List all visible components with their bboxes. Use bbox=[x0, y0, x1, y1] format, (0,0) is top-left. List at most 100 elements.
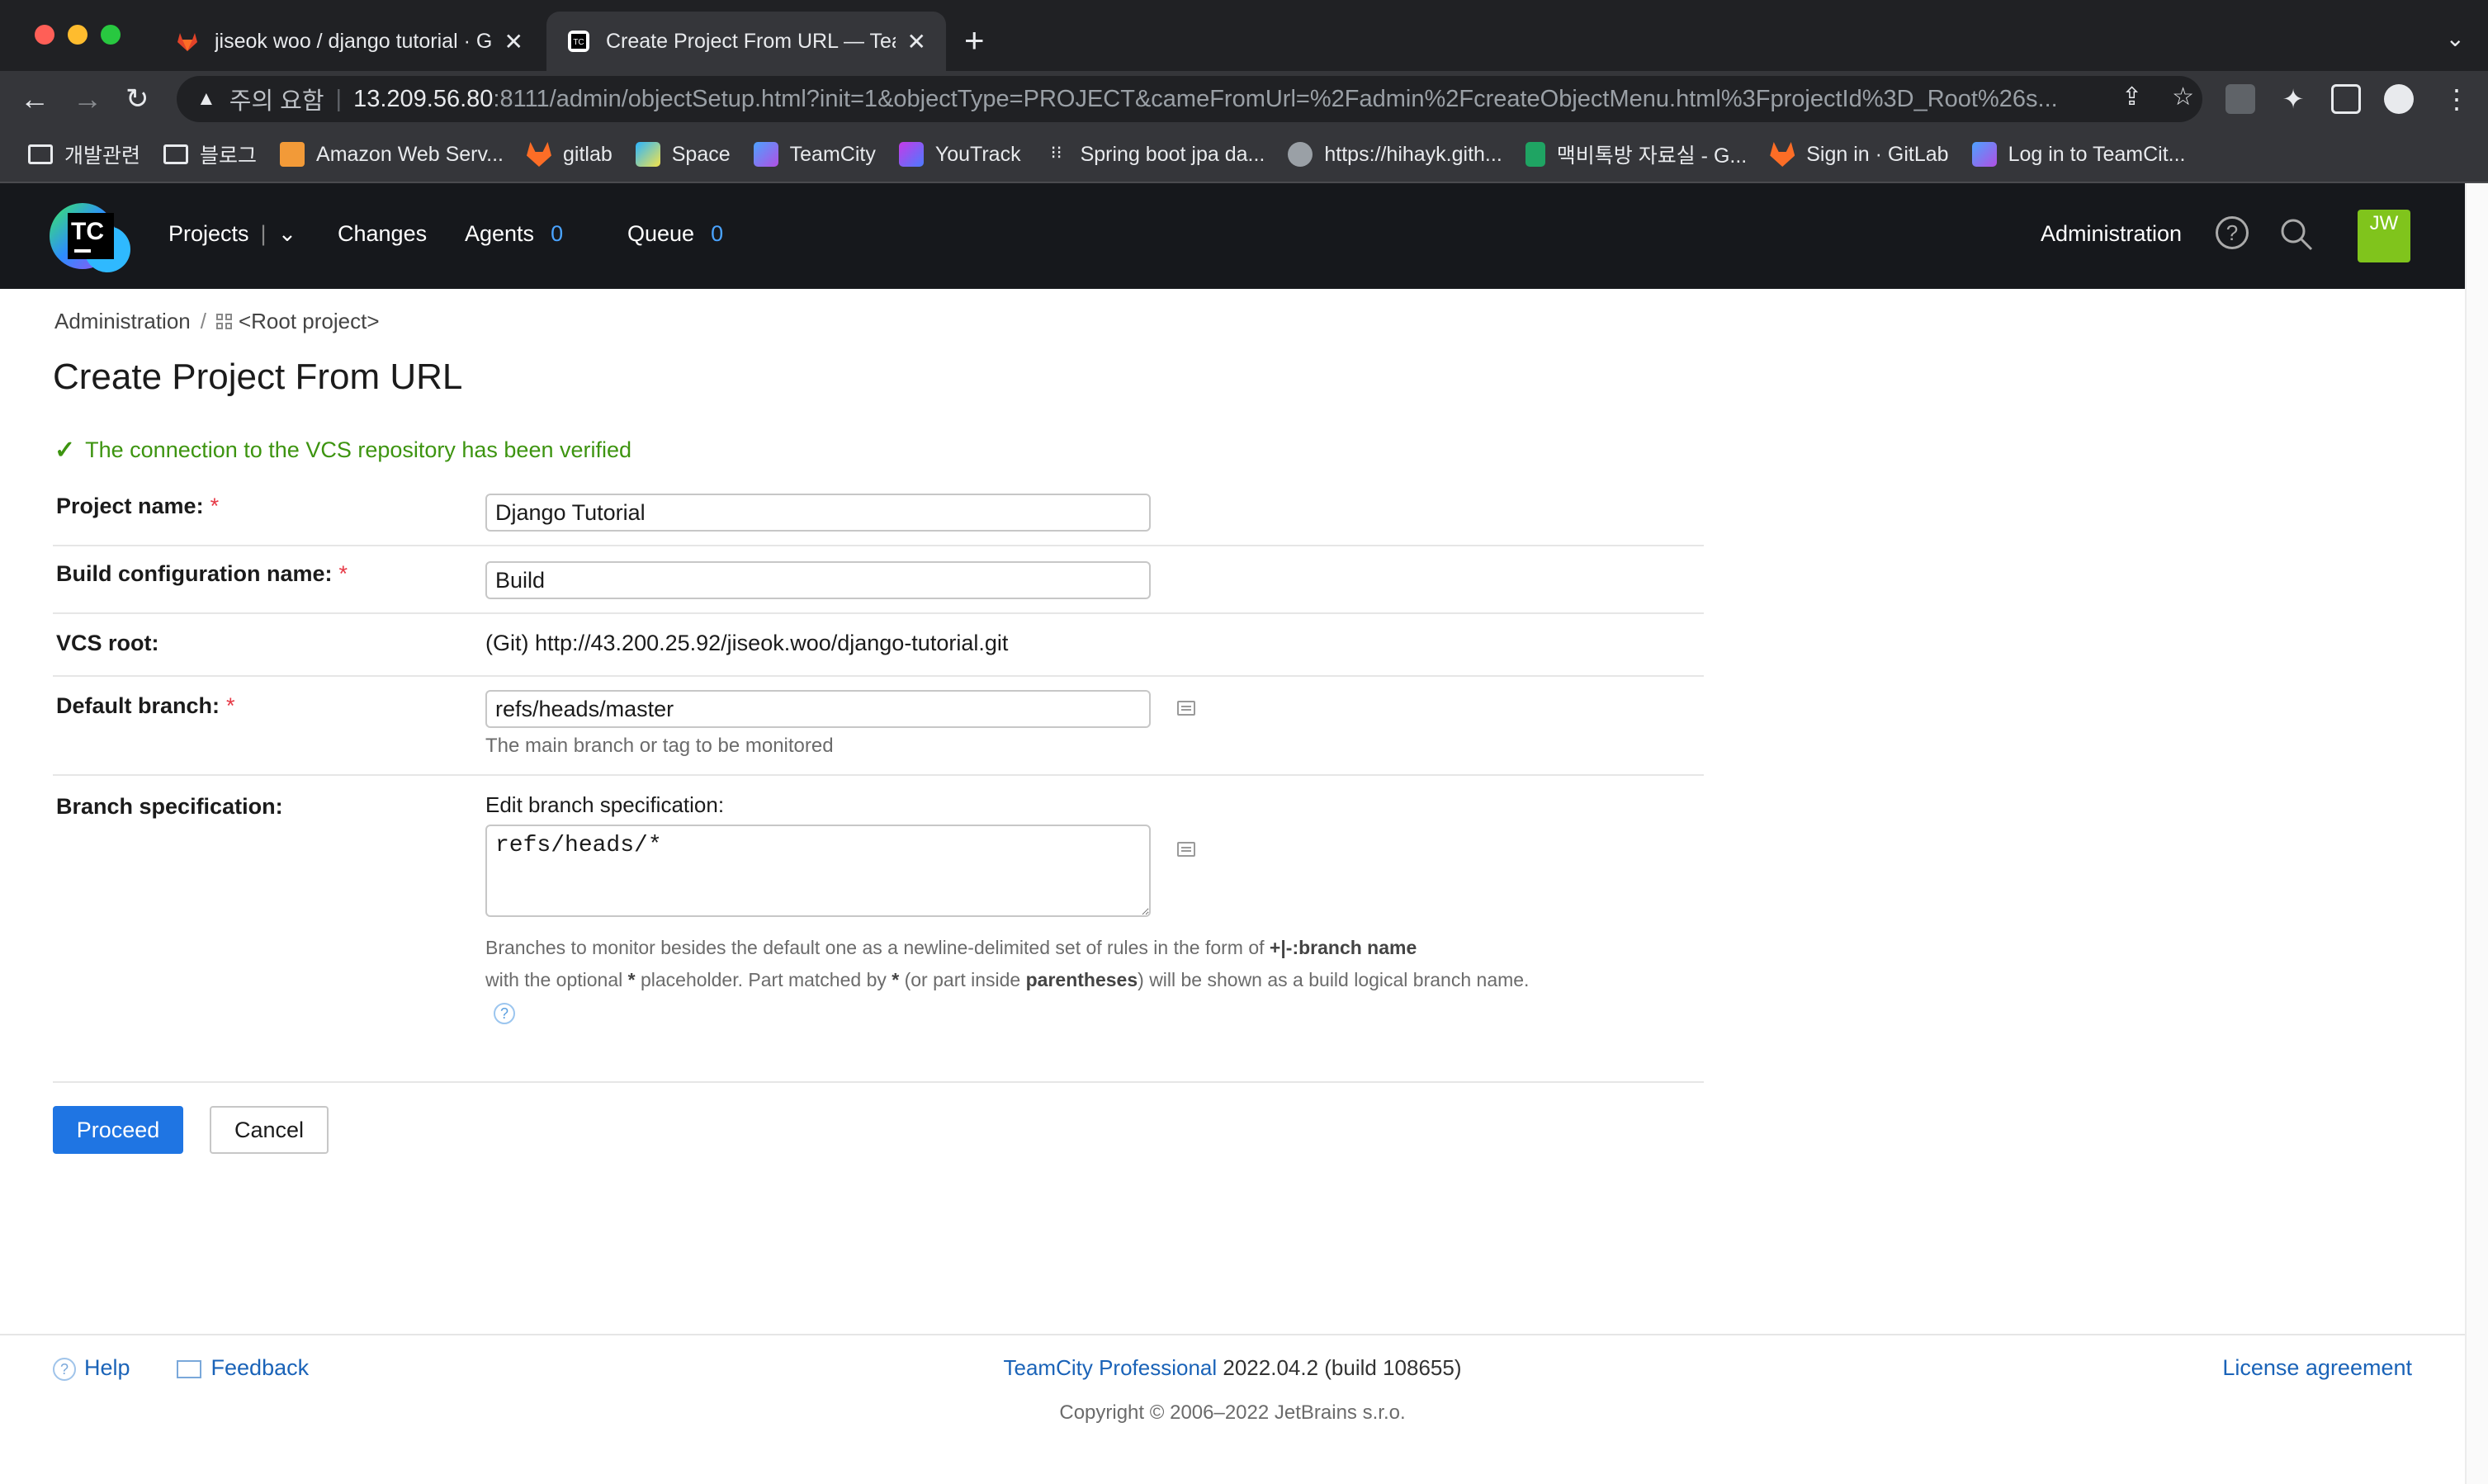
profile-avatar-icon[interactable] bbox=[2384, 84, 2414, 114]
bookmark-item[interactable]: https://hihayk.gith... bbox=[1283, 142, 1516, 167]
back-icon[interactable]: ← bbox=[20, 83, 50, 116]
default-branch-label: Default branch: * bbox=[56, 693, 235, 718]
tab-title: Create Project From URL — Tea bbox=[606, 29, 896, 53]
maximize-window-button[interactable] bbox=[101, 25, 121, 45]
globe-icon bbox=[1288, 142, 1313, 167]
svg-text:TC: TC bbox=[573, 38, 584, 47]
edit-list-icon[interactable] bbox=[1177, 842, 1195, 857]
branch-spec-note: Branches to monitor besides the default … bbox=[485, 932, 1559, 1028]
sheets-icon bbox=[1525, 142, 1545, 167]
page-scrollbar[interactable] bbox=[2465, 183, 2488, 1484]
close-tab-icon[interactable]: ✕ bbox=[504, 28, 523, 55]
success-message: ✓ The connection to the VCS repository h… bbox=[54, 437, 632, 464]
create-project-form: Project name:* Build configuration name:… bbox=[53, 480, 1704, 1083]
browser-tab-gitlab[interactable]: jiseok woo / django tutorial · Gi ✕ bbox=[155, 12, 543, 71]
breadcrumb: Administration / <Root project> bbox=[54, 309, 380, 334]
main-content: Administration / <Root project> Create P… bbox=[0, 289, 2465, 1484]
bookmark-item[interactable]: Sign in · GitLab bbox=[1765, 142, 1963, 167]
close-tab-icon[interactable]: ✕ bbox=[907, 28, 926, 55]
aws-icon bbox=[280, 142, 305, 167]
agents-count: 0 bbox=[551, 221, 564, 246]
teamcity-icon bbox=[753, 142, 778, 167]
security-label[interactable]: 주의 요함 bbox=[229, 82, 324, 116]
cancel-button[interactable]: Cancel bbox=[210, 1106, 329, 1154]
chevron-down-icon[interactable]: ⌄ bbox=[278, 221, 297, 247]
warning-icon[interactable]: ▲ bbox=[196, 87, 216, 111]
dots-icon: ⁝⁝ bbox=[1050, 142, 1062, 163]
folder-icon bbox=[28, 144, 53, 164]
search-icon[interactable] bbox=[2278, 216, 2315, 253]
browser-tab-teamcity[interactable]: TC Create Project From URL — Tea ✕ bbox=[546, 12, 946, 71]
build-config-name-input[interactable] bbox=[485, 561, 1151, 599]
teamcity-icon bbox=[1971, 142, 1997, 167]
bookmark-item[interactable]: Amazon Web Serv... bbox=[275, 142, 518, 167]
row-default-branch: Default branch:* The main branch or tag … bbox=[53, 677, 1704, 776]
vcs-root-value: (Git) http://43.200.25.92/jiseok.woo/dja… bbox=[485, 631, 1009, 655]
help-question-icon[interactable]: ? bbox=[494, 1002, 515, 1024]
new-tab-button[interactable]: + bbox=[964, 20, 985, 61]
license-link[interactable]: License agreement bbox=[2222, 1355, 2412, 1380]
default-branch-hint: The main branch or tag to be monitored bbox=[485, 735, 834, 757]
branch-spec-textarea[interactable]: refs/heads/* bbox=[485, 825, 1151, 917]
extensions-puzzle-icon[interactable]: ✦ bbox=[2278, 84, 2308, 114]
tab-title: jiseok woo / django tutorial · Gi bbox=[215, 29, 493, 53]
page-footer: ? Help Feedback TeamCity Professional 202… bbox=[0, 1334, 2465, 1484]
extension-icon[interactable] bbox=[2225, 84, 2255, 114]
browser-chrome: jiseok woo / django tutorial · Gi ✕ TC C… bbox=[0, 0, 2488, 183]
proceed-button[interactable]: Proceed bbox=[53, 1106, 183, 1154]
teamcity-header: TC Projects | ⌄ Changes Agents 0 Queue 0… bbox=[0, 183, 2465, 289]
project-grid-icon bbox=[215, 314, 232, 329]
tab-strip: jiseok woo / django tutorial · Gi ✕ TC C… bbox=[0, 0, 2488, 71]
bookmark-item[interactable]: YouTrack bbox=[894, 142, 1036, 167]
reload-icon[interactable]: ↻ bbox=[125, 83, 149, 116]
row-vcs-root: VCS root: (Git) http://43.200.25.92/jise… bbox=[53, 614, 1704, 677]
branch-spec-label: Branch specification: bbox=[56, 794, 283, 819]
row-build-config-name: Build configuration name: * bbox=[53, 546, 1704, 614]
share-icon[interactable]: ⇪ bbox=[2121, 83, 2142, 111]
address-bar[interactable]: ▲ 주의 요함 | 13.209.56.80 :8111/admin/objec… bbox=[177, 76, 2202, 122]
address-bar-actions: ⇪ ☆ bbox=[2121, 83, 2194, 111]
gitlab-icon bbox=[526, 142, 551, 167]
version-text: 2022.04.2 (build 108655) bbox=[1223, 1355, 1462, 1380]
browser-menu-icon[interactable]: ⋮ bbox=[2443, 83, 2470, 116]
bookmark-item[interactable]: gitlab bbox=[522, 142, 627, 167]
nav-agents[interactable]: Agents 0 bbox=[465, 221, 563, 247]
default-branch-input[interactable] bbox=[485, 690, 1151, 728]
edit-branch-spec-label: Edit branch specification: bbox=[485, 792, 725, 817]
breadcrumb-root-project[interactable]: <Root project> bbox=[239, 309, 380, 334]
bookmark-item[interactable]: 개발관련 bbox=[23, 139, 155, 169]
product-link[interactable]: TeamCity Professional bbox=[1003, 1355, 1217, 1380]
queue-count: 0 bbox=[711, 221, 724, 246]
help-icon[interactable]: ? bbox=[2216, 216, 2249, 249]
bookmark-item[interactable]: Space bbox=[631, 142, 745, 167]
nav-projects[interactable]: Projects | ⌄ bbox=[168, 221, 296, 247]
user-avatar[interactable]: JW bbox=[2358, 210, 2410, 262]
browser-toolbar: ← → ↻ ▲ 주의 요함 | 13.209.56.80 :8111/admin… bbox=[0, 71, 2488, 127]
build-config-name-label: Build configuration name: * bbox=[56, 561, 348, 586]
bookmark-item[interactable]: TeamCity bbox=[749, 142, 891, 167]
close-window-button[interactable] bbox=[35, 25, 54, 45]
nav-administration[interactable]: Administration bbox=[2041, 221, 2182, 247]
footer-version: TeamCity Professional 2022.04.2 (build 1… bbox=[0, 1355, 2465, 1381]
url-host: 13.209.56.80 bbox=[353, 85, 494, 112]
project-name-label: Project name: * bbox=[56, 494, 220, 518]
url-path: :8111/admin/objectSetup.html?init=1&obje… bbox=[493, 85, 2058, 112]
gitlab-icon bbox=[177, 33, 197, 51]
tab-list-chevron-icon[interactable]: ⌄ bbox=[2446, 25, 2465, 52]
bookmark-item[interactable]: Log in to TeamCit... bbox=[1967, 142, 2201, 167]
edit-list-icon[interactable] bbox=[1177, 701, 1195, 716]
bookmark-star-icon[interactable]: ☆ bbox=[2172, 83, 2194, 111]
project-name-input[interactable] bbox=[485, 494, 1151, 532]
forward-icon[interactable]: → bbox=[73, 83, 102, 116]
minimize-window-button[interactable] bbox=[68, 25, 88, 45]
row-project-name: Project name: * bbox=[53, 480, 1704, 546]
bookmark-item[interactable]: 맥비톡방 자료실 - G... bbox=[1521, 139, 1762, 169]
nav-changes[interactable]: Changes bbox=[338, 221, 427, 247]
bookmark-item[interactable]: 블로그 bbox=[158, 139, 272, 169]
youtrack-icon bbox=[898, 142, 924, 167]
breadcrumb-administration[interactable]: Administration bbox=[54, 309, 191, 334]
folder-icon bbox=[163, 144, 189, 164]
bookmark-item[interactable]: ⁝⁝ Spring boot jpa da... bbox=[1039, 142, 1280, 167]
side-panel-icon[interactable] bbox=[2331, 84, 2361, 114]
nav-queue[interactable]: Queue 0 bbox=[627, 221, 723, 247]
